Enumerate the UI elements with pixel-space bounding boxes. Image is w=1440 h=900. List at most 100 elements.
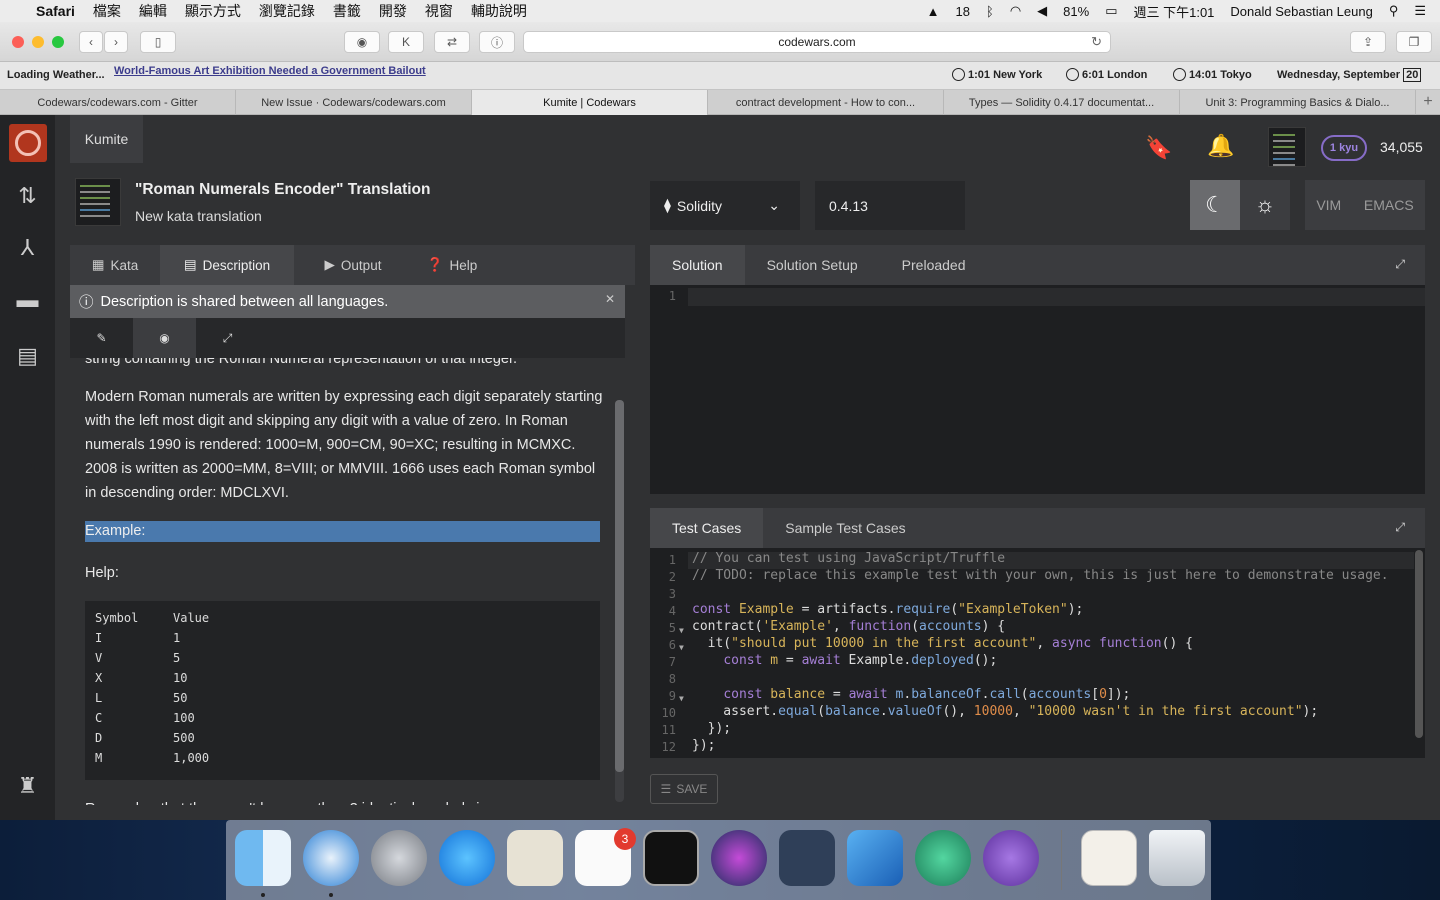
new-tab-button[interactable]: + xyxy=(1416,90,1440,114)
minimize-window-button[interactable] xyxy=(32,36,44,48)
test-editor[interactable]: 1 2 3 4 5 6 7 8 9 10 11 12 ▼ ▼ ▼ // You … xyxy=(650,548,1425,758)
status-count[interactable]: 18 xyxy=(956,4,970,19)
bluetooth-icon[interactable]: ᛒ xyxy=(986,4,994,19)
menu-view[interactable]: 顯示方式 xyxy=(185,1,241,21)
tab-test-cases[interactable]: Test Cases xyxy=(650,508,764,548)
forward-button[interactable]: › xyxy=(104,31,128,53)
fold-arrow-icon[interactable]: ▼ xyxy=(679,643,684,652)
close-window-button[interactable] xyxy=(12,36,24,48)
trash-icon[interactable] xyxy=(1149,830,1205,886)
tab-description[interactable]: ▤ Description xyxy=(160,245,294,285)
table-row: C 100 xyxy=(95,711,195,725)
tab-new-issue[interactable]: New Issue · Codewars/codewars.com xyxy=(236,90,472,115)
expand-mode-button[interactable]: ⤢ xyxy=(196,318,259,358)
extension-info-button[interactable]: ⓘ xyxy=(479,31,515,53)
volume-icon[interactable]: ◀ xyxy=(1037,3,1047,19)
discussion-icon[interactable]: ▬ xyxy=(0,287,55,313)
save-button[interactable]: ☰ SAVE xyxy=(650,774,718,804)
honor-score: 34,055 xyxy=(1380,139,1423,155)
light-theme-button[interactable]: ☼ xyxy=(1240,180,1290,230)
menu-help[interactable]: 輔助說明 xyxy=(471,1,527,21)
bookmark-icon[interactable]: 🔖 xyxy=(1145,135,1172,161)
status-icon-a[interactable]: ▲ xyxy=(927,4,940,19)
bell-icon[interactable]: 🔔 xyxy=(1207,133,1234,159)
fullscreen-icon[interactable]: ⤢ xyxy=(1395,520,1405,535)
fold-arrow-icon[interactable]: ▼ xyxy=(679,694,684,703)
siri-icon[interactable] xyxy=(711,830,767,886)
edit-mode-button[interactable]: ✎ xyxy=(70,318,133,358)
extension-ghostery-button[interactable]: ◉ xyxy=(344,31,380,53)
tab-contract-development[interactable]: contract development - How to con... xyxy=(708,90,944,115)
tab-kumite[interactable]: Kumite | Codewars xyxy=(472,90,708,115)
reload-icon[interactable]: ↻ xyxy=(1091,34,1102,50)
spotlight-icon[interactable]: ⚲ xyxy=(1389,3,1399,19)
app-store-icon[interactable] xyxy=(439,830,495,886)
menubar-user[interactable]: Donald Sebastian Leung xyxy=(1230,4,1372,19)
fullscreen-icon[interactable]: ⤢ xyxy=(1395,257,1405,272)
docs-icon[interactable]: ▤ xyxy=(0,343,55,369)
tab-output[interactable]: ▶ Output xyxy=(294,245,412,285)
tab-preloaded[interactable]: Preloaded xyxy=(880,245,988,285)
tab-overview-button[interactable]: ❐ xyxy=(1396,31,1432,53)
tab-gitter[interactable]: Codewars/codewars.com - Gitter xyxy=(0,90,236,115)
vim-mode-button[interactable]: VIM xyxy=(1316,197,1341,213)
extension-kumite-button[interactable]: K xyxy=(388,31,424,53)
menu-bookmarks[interactable]: 書籤 xyxy=(333,1,361,21)
plus-icon: + xyxy=(1423,93,1433,110)
github-desktop-icon[interactable] xyxy=(983,830,1039,886)
solution-editor[interactable]: 1 xyxy=(650,285,1425,494)
section-tab-kumite[interactable]: Kumite xyxy=(70,115,143,163)
description-scrollbar-thumb[interactable] xyxy=(615,400,624,772)
news-ticker-link[interactable]: World-Famous Art Exhibition Needed a Gov… xyxy=(114,65,426,77)
menubar-datetime[interactable]: 週三 下午1:01 xyxy=(1134,2,1215,21)
tab-solidity-docs[interactable]: Types — Solidity 0.4.17 documentat... xyxy=(944,90,1180,115)
menu-history[interactable]: 瀏覽記錄 xyxy=(259,1,315,21)
zoom-window-button[interactable] xyxy=(52,36,64,48)
menu-window[interactable]: 視窗 xyxy=(425,1,453,21)
safari-icon[interactable] xyxy=(303,830,359,886)
test-editor-scrollbar[interactable] xyxy=(1415,550,1423,738)
language-select[interactable]: ⧫ Solidity ⌄ xyxy=(650,181,800,230)
tab-solution[interactable]: Solution xyxy=(650,245,745,285)
kumite-fork-icon[interactable]: ⅄ xyxy=(0,235,55,261)
documents-stack-icon[interactable] xyxy=(1081,830,1137,886)
atom-icon[interactable] xyxy=(915,830,971,886)
address-bar[interactable]: codewars.com ↻ xyxy=(523,31,1111,53)
menu-edit[interactable]: 編輯 xyxy=(139,1,167,21)
dark-theme-button[interactable]: ☾ xyxy=(1190,180,1240,230)
user-avatar[interactable] xyxy=(1268,127,1306,167)
rank-badge[interactable]: 1 kyu xyxy=(1321,135,1367,161)
launchpad-icon[interactable] xyxy=(371,830,427,886)
xcode-icon[interactable] xyxy=(847,830,903,886)
finder-icon[interactable] xyxy=(235,830,291,886)
training-icon[interactable]: ⇅ xyxy=(0,183,55,209)
notification-center-icon[interactable]: ☰ xyxy=(1414,3,1426,19)
clock-icon xyxy=(1173,68,1186,81)
preview-mode-button[interactable]: ◉ xyxy=(133,318,196,358)
wifi-icon[interactable]: ◠ xyxy=(1010,3,1021,19)
version-select[interactable]: 0.4.13 xyxy=(815,181,965,230)
close-icon[interactable]: ✕ xyxy=(605,292,615,306)
menu-develop[interactable]: 開發 xyxy=(379,1,407,21)
fold-arrow-icon[interactable]: ▼ xyxy=(679,626,684,635)
codewars-logo[interactable] xyxy=(9,124,47,162)
xcode-instruments-icon[interactable] xyxy=(779,830,835,886)
menu-file[interactable]: 檔案 xyxy=(93,1,121,21)
back-button[interactable]: ‹ xyxy=(79,31,103,53)
tab-help[interactable]: ❓ Help xyxy=(412,245,492,285)
line-number: 6 xyxy=(668,638,676,652)
extension-swap-button[interactable]: ⇄ xyxy=(434,31,470,53)
battery-percent[interactable]: 81% xyxy=(1063,4,1089,19)
menu-app-safari[interactable]: Safari xyxy=(36,3,75,19)
terminal-icon[interactable] xyxy=(643,830,699,886)
battery-icon[interactable]: ▭ xyxy=(1105,3,1117,19)
emacs-mode-button[interactable]: EMACS xyxy=(1364,197,1414,213)
share-button[interactable]: ⇪ xyxy=(1350,31,1386,53)
tab-solution-setup[interactable]: Solution Setup xyxy=(745,245,880,285)
tab-kata[interactable]: ▦ Kata xyxy=(70,245,160,285)
mail-icon[interactable] xyxy=(507,830,563,886)
tab-unit-3[interactable]: Unit 3: Programming Basics & Dialo... xyxy=(1180,90,1416,115)
sidebar-toggle-button[interactable]: ▯ xyxy=(140,31,176,53)
trophy-icon[interactable]: ♜ xyxy=(0,773,55,799)
tab-sample-test-cases[interactable]: Sample Test Cases xyxy=(763,508,927,548)
